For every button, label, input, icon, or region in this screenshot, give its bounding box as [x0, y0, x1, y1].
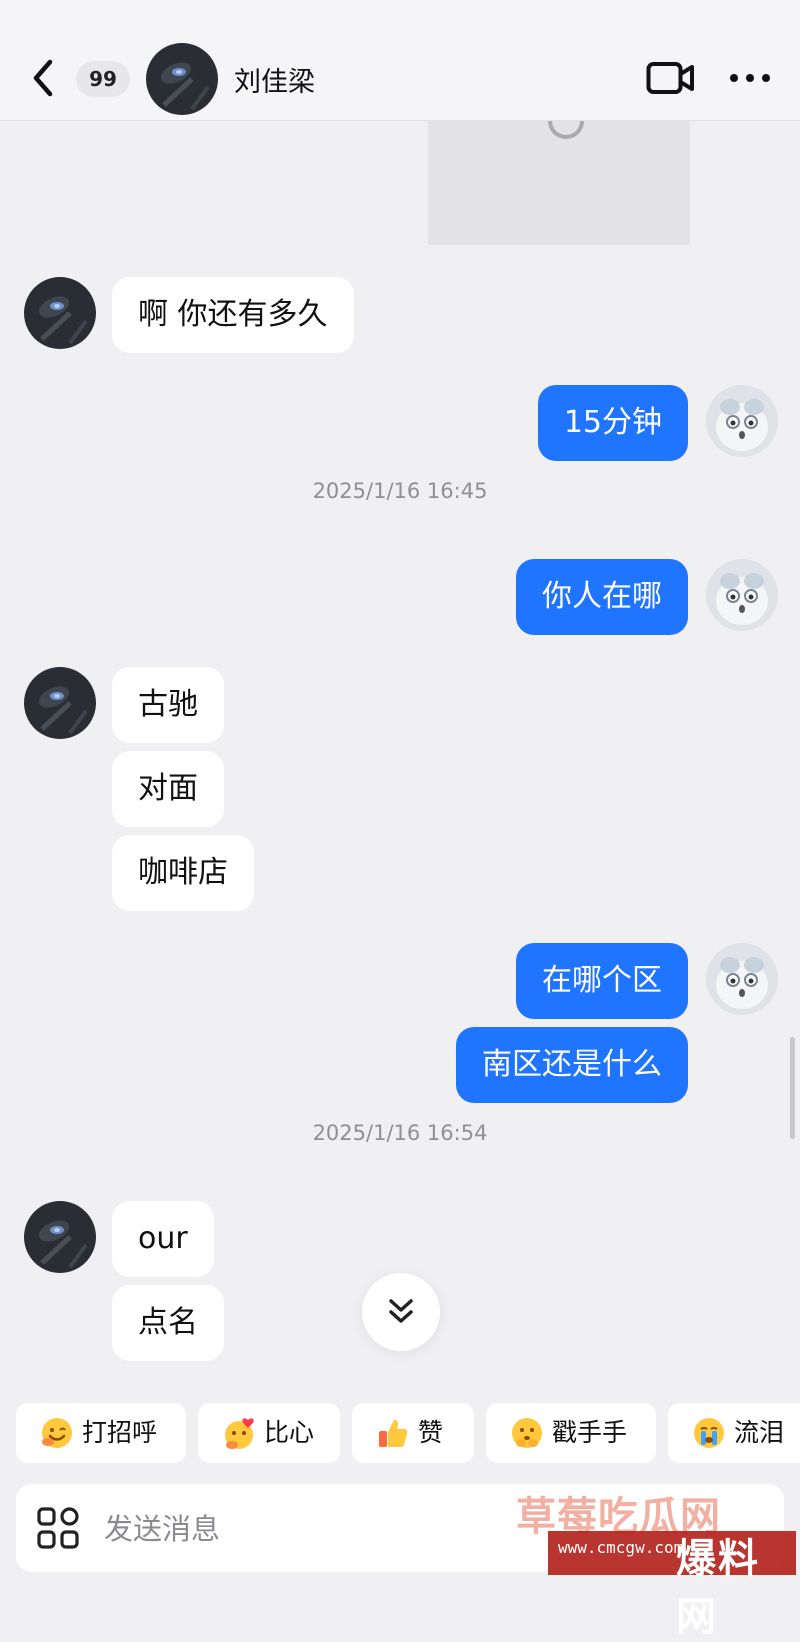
watermark-url: www.cmcgw.com [558, 1538, 684, 1557]
quick-reaction-bar: 打招呼 比心 赞 戳手手 流泪 [0, 1403, 800, 1463]
incoming-message[interactable]: 咖啡店 [112, 835, 254, 911]
quick-reaction-label: 比心 [264, 1418, 315, 1447]
contact-avatar[interactable] [24, 277, 96, 349]
quick-reaction-label: 流泪 [734, 1418, 785, 1447]
outgoing-message[interactable]: 在哪个区 [516, 943, 688, 1019]
incoming-message[interactable]: 古驰 [112, 667, 224, 743]
scrollbar[interactable] [790, 1037, 795, 1139]
my-avatar[interactable] [706, 385, 778, 457]
more-dots-icon[interactable] [728, 60, 772, 96]
message-list[interactable]: 啊 你还有多久 15分钟 2025/1/16 16:45 你人在哪 古驰 对面 … [0, 121, 800, 1376]
incoming-message[interactable]: 对面 [112, 751, 224, 827]
heart-hands-emoji-icon [222, 1416, 256, 1450]
my-avatar[interactable] [706, 943, 778, 1015]
quick-reaction-poke[interactable]: 戳手手 [486, 1403, 656, 1463]
incoming-message[interactable]: 点名 [112, 1285, 224, 1361]
outgoing-message[interactable]: 你人在哪 [516, 559, 688, 635]
timestamp: 2025/1/16 16:45 [312, 479, 488, 503]
poke-emoji-icon [510, 1416, 544, 1450]
video-call-icon[interactable] [646, 60, 696, 96]
chevron-left-icon[interactable] [28, 56, 58, 100]
contact-avatar[interactable] [24, 1201, 96, 1273]
quick-reaction-label: 赞 [418, 1418, 444, 1447]
incoming-message[interactable]: 啊 你还有多久 [112, 277, 354, 353]
image-message[interactable] [428, 121, 690, 245]
outgoing-message[interactable]: 15分钟 [537, 385, 688, 461]
quick-reaction-greeting[interactable]: 打招呼 [16, 1403, 186, 1463]
unread-count-badge[interactable]: 99 [76, 61, 130, 97]
chat-header: 99 刘佳梁 [0, 0, 800, 121]
quick-reaction-label: 打招呼 [82, 1418, 158, 1447]
quick-reaction-heart[interactable]: 比心 [198, 1403, 340, 1463]
quick-reaction-like[interactable]: 赞 [352, 1403, 474, 1463]
double-chevron-down-icon [389, 1299, 413, 1323]
my-avatar[interactable] [706, 559, 778, 631]
contact-avatar[interactable] [24, 667, 96, 739]
contact-avatar[interactable] [146, 43, 218, 115]
timestamp: 2025/1/16 16:54 [312, 1121, 488, 1145]
apps-grid-icon[interactable] [36, 1506, 80, 1550]
thumbs-up-emoji-icon [376, 1416, 410, 1450]
contact-name[interactable]: 刘佳梁 [234, 60, 315, 99]
incoming-message[interactable]: our [112, 1201, 214, 1277]
outgoing-message[interactable]: 南区还是什么 [456, 1027, 688, 1103]
quick-reaction-label: 戳手手 [552, 1418, 628, 1447]
message-input[interactable] [102, 1498, 526, 1560]
quick-reaction-cry[interactable]: 流泪 [668, 1403, 800, 1463]
greeting-emoji-icon [40, 1416, 74, 1450]
crying-emoji-icon [692, 1416, 726, 1450]
watermark-slogan: 爆料网 [676, 1536, 760, 1640]
scroll-to-bottom-button[interactable] [362, 1273, 440, 1351]
